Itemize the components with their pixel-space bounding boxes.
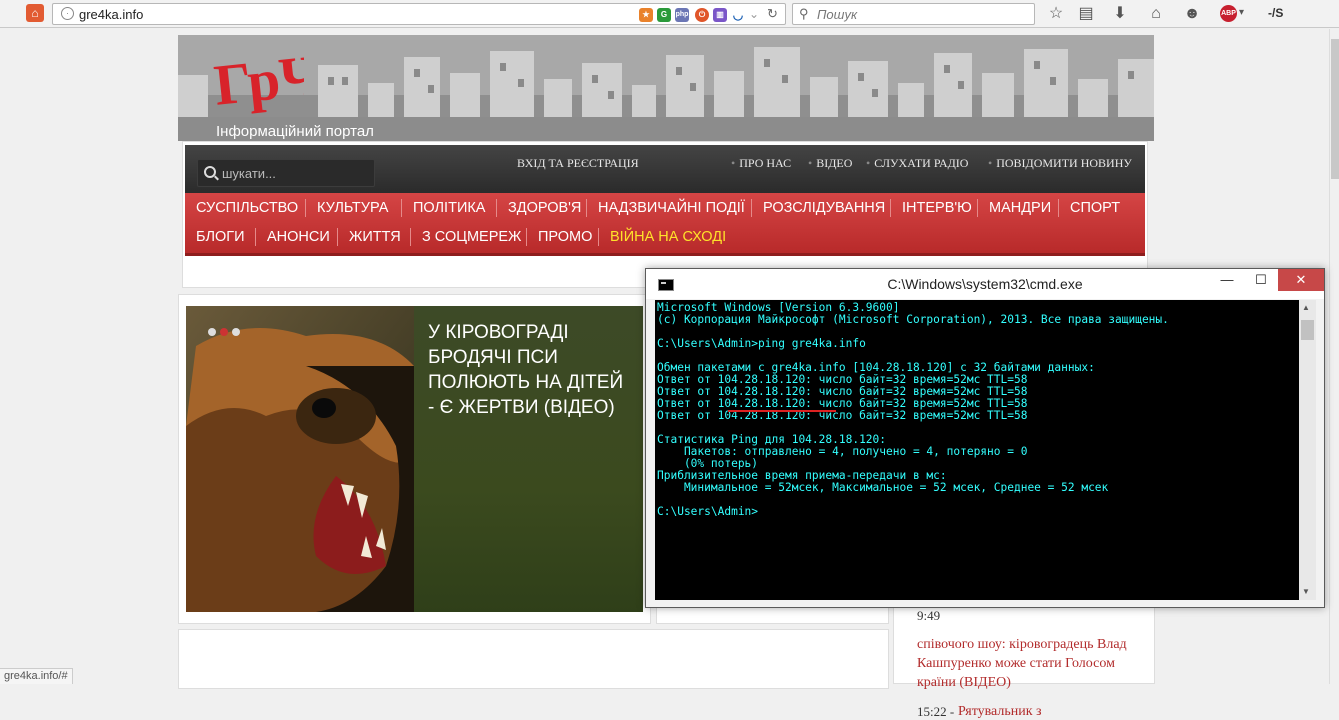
site-search-box[interactable] (197, 159, 375, 187)
top-link-radio[interactable]: СЛУХАТИ РАДІО (866, 156, 968, 171)
top-link-report-news[interactable]: ПОВІДОМИТИ НОВИНУ (988, 156, 1132, 171)
content-panel (178, 629, 889, 689)
minimize-button[interactable]: — (1210, 269, 1244, 291)
slider-dot-active[interactable] (220, 328, 228, 336)
console-scrollbar[interactable]: ▲ ▼ (1299, 300, 1316, 600)
featured-slide[interactable]: У КІРОВОГРАДІ БРОДЯЧІ ПСИ ПОЛЮЮТЬ НА ДІТ… (186, 306, 643, 612)
category-society[interactable]: СУСПІЛЬСТВО (196, 195, 298, 221)
slider-dot[interactable] (208, 328, 216, 336)
search-icon: ⚲ (799, 6, 809, 21)
url-text[interactable]: gre4ka.info (79, 7, 143, 22)
spellcheck-underline (728, 410, 836, 412)
console-line: Минимальное = 52мсек, Максимальное = 52 … (657, 481, 1109, 494)
menu-divider (401, 199, 402, 217)
category-war-in-east[interactable]: ВІЙНА НА СХОДІ (610, 224, 726, 250)
url-bar[interactable]: · gre4ka.info ★ G php ⏻ ▥ ◡ ⌄ ↻ (52, 3, 786, 25)
top-link-about[interactable]: ПРО НАС (731, 156, 791, 171)
download-icon[interactable]: ⬇ (1110, 4, 1130, 24)
category-culture[interactable]: КУЛЬТУРА (317, 195, 388, 221)
console-line: C:\Users\Admin> (657, 505, 759, 518)
menu-divider (526, 228, 527, 246)
addon-power-icon[interactable]: ⏻ (695, 8, 709, 22)
login-register-link[interactable]: ВХІД ТА РЕЄСТРАЦІЯ (517, 156, 639, 171)
site-header-banner: ГрЧКА Інформаційний портал (178, 35, 1154, 141)
menu-divider (496, 199, 497, 217)
news-link[interactable]: Рятувальник з (958, 704, 1042, 720)
devtools-icon[interactable]: -/S (1268, 6, 1283, 20)
menu-divider (305, 199, 306, 217)
category-travel[interactable]: МАНДРИ (989, 195, 1051, 221)
category-sport[interactable]: СПОРТ (1070, 195, 1120, 221)
menu-divider (598, 228, 599, 246)
category-social-media[interactable]: З СОЦМЕРЕЖ (422, 224, 521, 250)
slider-dot[interactable] (232, 328, 240, 336)
cmd-window[interactable]: C:\Windows\system32\cmd.exe — ☐ ✕ Micros… (645, 268, 1325, 608)
scroll-up-icon[interactable]: ▲ (1302, 303, 1310, 312)
news-time: 15:22 - (917, 704, 955, 719)
scroll-down-icon[interactable]: ▼ (1302, 587, 1310, 596)
browser-search-bar[interactable]: ⚲ Пошук (792, 3, 1035, 25)
category-blogs[interactable]: БЛОГИ (196, 224, 245, 250)
cmd-title-bar[interactable]: C:\Windows\system32\cmd.exe — ☐ ✕ (646, 269, 1324, 299)
site-navigation: ВХІД ТА РЕЄСТРАЦІЯ ПРО НАС ВІДЕО СЛУХАТИ… (182, 141, 1148, 288)
reading-list-icon[interactable]: ▤ (1076, 4, 1096, 24)
category-life[interactable]: ЖИТТЯ (349, 224, 401, 250)
console-scroll-thumb[interactable] (1301, 320, 1314, 340)
search-icon (204, 166, 216, 178)
reload-icon[interactable]: ↻ (767, 6, 778, 22)
console-output[interactable]: Microsoft Windows [Version 6.3.9600] (c) … (655, 300, 1299, 600)
menu-divider (410, 228, 411, 246)
featured-slider-panel: У КІРОВОГРАДІ БРОДЯЧІ ПСИ ПОЛЮЮТЬ НА ДІТ… (178, 294, 651, 624)
news-link[interactable]: співочого шоу: кіровоградець Влад Кашпур… (917, 635, 1147, 692)
scrollbar-thumb[interactable] (1331, 39, 1339, 179)
maximize-button[interactable]: ☐ (1244, 269, 1278, 291)
globe-icon: · (61, 7, 74, 20)
page-scrollbar[interactable] (1329, 29, 1339, 684)
slide-headline[interactable]: У КІРОВОГРАДІ БРОДЯЧІ ПСИ ПОЛЮЮТЬ НА ДІТ… (428, 320, 633, 420)
menu-divider (977, 199, 978, 217)
menu-divider (337, 228, 338, 246)
chat-icon[interactable]: ☻ (1182, 4, 1202, 24)
close-button[interactable]: ✕ (1278, 269, 1324, 291)
addon-bookmark-icon[interactable]: ★ (639, 8, 653, 22)
top-bar: ВХІД ТА РЕЄСТРАЦІЯ ПРО НАС ВІДЕО СЛУХАТИ… (185, 145, 1145, 193)
menu-divider (1058, 199, 1059, 217)
news-time: 9:49 (917, 608, 941, 623)
bookmark-star-icon[interactable]: ☆ (1046, 4, 1066, 24)
addon-grammarly-icon[interactable]: G (657, 8, 671, 22)
category-menu: СУСПІЛЬСТВО КУЛЬТУРА ПОЛІТИКА ЗДОРОВ'Я Н… (185, 193, 1145, 256)
category-politics[interactable]: ПОЛІТИКА (413, 195, 485, 221)
search-placeholder: Пошук (817, 7, 858, 22)
adblock-dropdown-icon[interactable]: ▾ (1239, 7, 1244, 18)
category-emergencies[interactable]: НАДЗВИЧАЙНІ ПОДІЇ (598, 195, 745, 221)
svg-text:ГрЧКА: ГрЧКА (212, 39, 304, 118)
category-promo[interactable]: ПРОМО (538, 224, 592, 250)
console-line: C:\Users\Admin>ping gre4ka.info (657, 337, 866, 350)
console-line: (c) Корпорация Майкрософт (Microsoft Cor… (657, 313, 1169, 326)
site-logo[interactable]: ГрЧКА (212, 39, 304, 123)
firefox-menu-icon[interactable]: ⌂ (26, 4, 44, 22)
menu-divider (751, 199, 752, 217)
status-bar-url: gre4ka.info/# (0, 668, 73, 684)
dog-photo (186, 306, 414, 612)
home-icon[interactable]: ⌂ (1146, 4, 1166, 24)
menu-divider (890, 199, 891, 217)
addon-chart-icon[interactable]: ▥ (713, 8, 727, 22)
site-search-input[interactable] (222, 163, 367, 183)
browser-toolbar: ⌂ · gre4ka.info ★ G php ⏻ ▥ ◡ ⌄ ↻ ⚲ Пошу… (0, 0, 1339, 28)
category-health[interactable]: ЗДОРОВ'Я (508, 195, 581, 221)
menu-divider (255, 228, 256, 246)
adblock-icon[interactable]: ABP (1220, 5, 1237, 22)
slide-caption-panel: У КІРОВОГРАДІ БРОДЯЧІ ПСИ ПОЛЮЮТЬ НА ДІТ… (414, 306, 643, 612)
category-investigations[interactable]: РОЗСЛІДУВАННЯ (763, 195, 885, 221)
top-link-video[interactable]: ВІДЕО (808, 156, 852, 171)
site-tagline: Інформаційний портал (216, 123, 374, 140)
dropdown-chevron-icon[interactable]: ⌄ (749, 7, 759, 21)
menu-divider (586, 199, 587, 217)
addon-wave-icon[interactable]: ◡ (731, 8, 745, 22)
category-interview[interactable]: ІНТЕРВ'Ю (902, 195, 972, 221)
addon-php-icon[interactable]: php (675, 8, 689, 22)
category-announcements[interactable]: АНОНСИ (267, 224, 330, 250)
